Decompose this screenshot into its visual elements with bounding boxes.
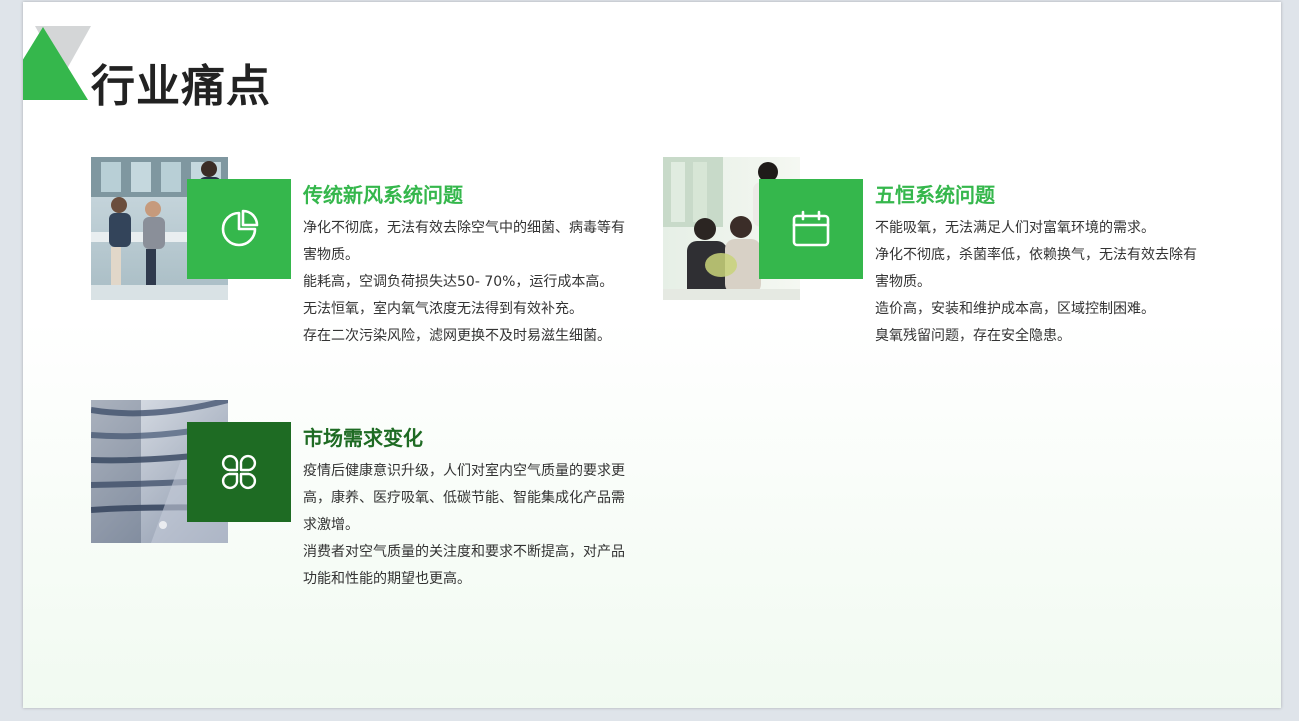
card-line: 净化不彻底，杀菌率低，依赖换气，无法有效去除有害物质。 (875, 247, 1197, 290)
card-title: 传统新风系统问题 (303, 183, 463, 207)
card-line: 疫情后健康意识升级，人们对室内空气质量的要求更高，康养、医疗吸氧、低碳节能、智能… (303, 463, 625, 533)
decorative-green-triangle (23, 27, 88, 100)
calendar-icon (759, 179, 863, 279)
card-line: 不能吸氧，无法满足人们对富氧环境的需求。 (875, 220, 1155, 236)
card-line: 无法恒氧，室内氧气浓度无法得到有效补充。 (303, 301, 583, 317)
pie-chart-icon (187, 179, 291, 279)
page-title: 行业痛点 (91, 61, 271, 112)
card-line: 消费者对空气质量的关注度和要求不断提高，对产品功能和性能的期望也更高。 (303, 544, 625, 587)
four-leaf-icon (187, 422, 291, 522)
card-line: 净化不彻底，无法有效去除空气中的细菌、病毒等有害物质。 (303, 220, 625, 263)
card-line: 臭氧残留问题，存在安全隐患。 (875, 328, 1071, 344)
card-line: 能耗高，空调负荷损失达50- 70%，运行成本高。 (303, 274, 614, 290)
card-title: 五恒系统问题 (875, 183, 995, 207)
card-line: 存在二次污染风险，滤网更换不及时易滋生细菌。 (303, 328, 611, 344)
card-body: 疫情后健康意识升级，人们对室内空气质量的要求更高，康养、医疗吸氧、低碳节能、智能… (303, 458, 638, 593)
card-body: 不能吸氧，无法满足人们对富氧环境的需求。 净化不彻底，杀菌率低，依赖换气，无法有… (875, 215, 1210, 350)
card-line: 造价高，安装和维护成本高，区域控制困难。 (875, 301, 1155, 317)
card-title: 市场需求变化 (303, 426, 423, 450)
card-body: 净化不彻底，无法有效去除空气中的细菌、病毒等有害物质。 能耗高，空调负荷损失达5… (303, 215, 638, 350)
slide: 行业痛点 传统新风系统问题 净化不彻底，无法有效去除空气中的细菌、病毒等有害物质… (23, 2, 1281, 708)
